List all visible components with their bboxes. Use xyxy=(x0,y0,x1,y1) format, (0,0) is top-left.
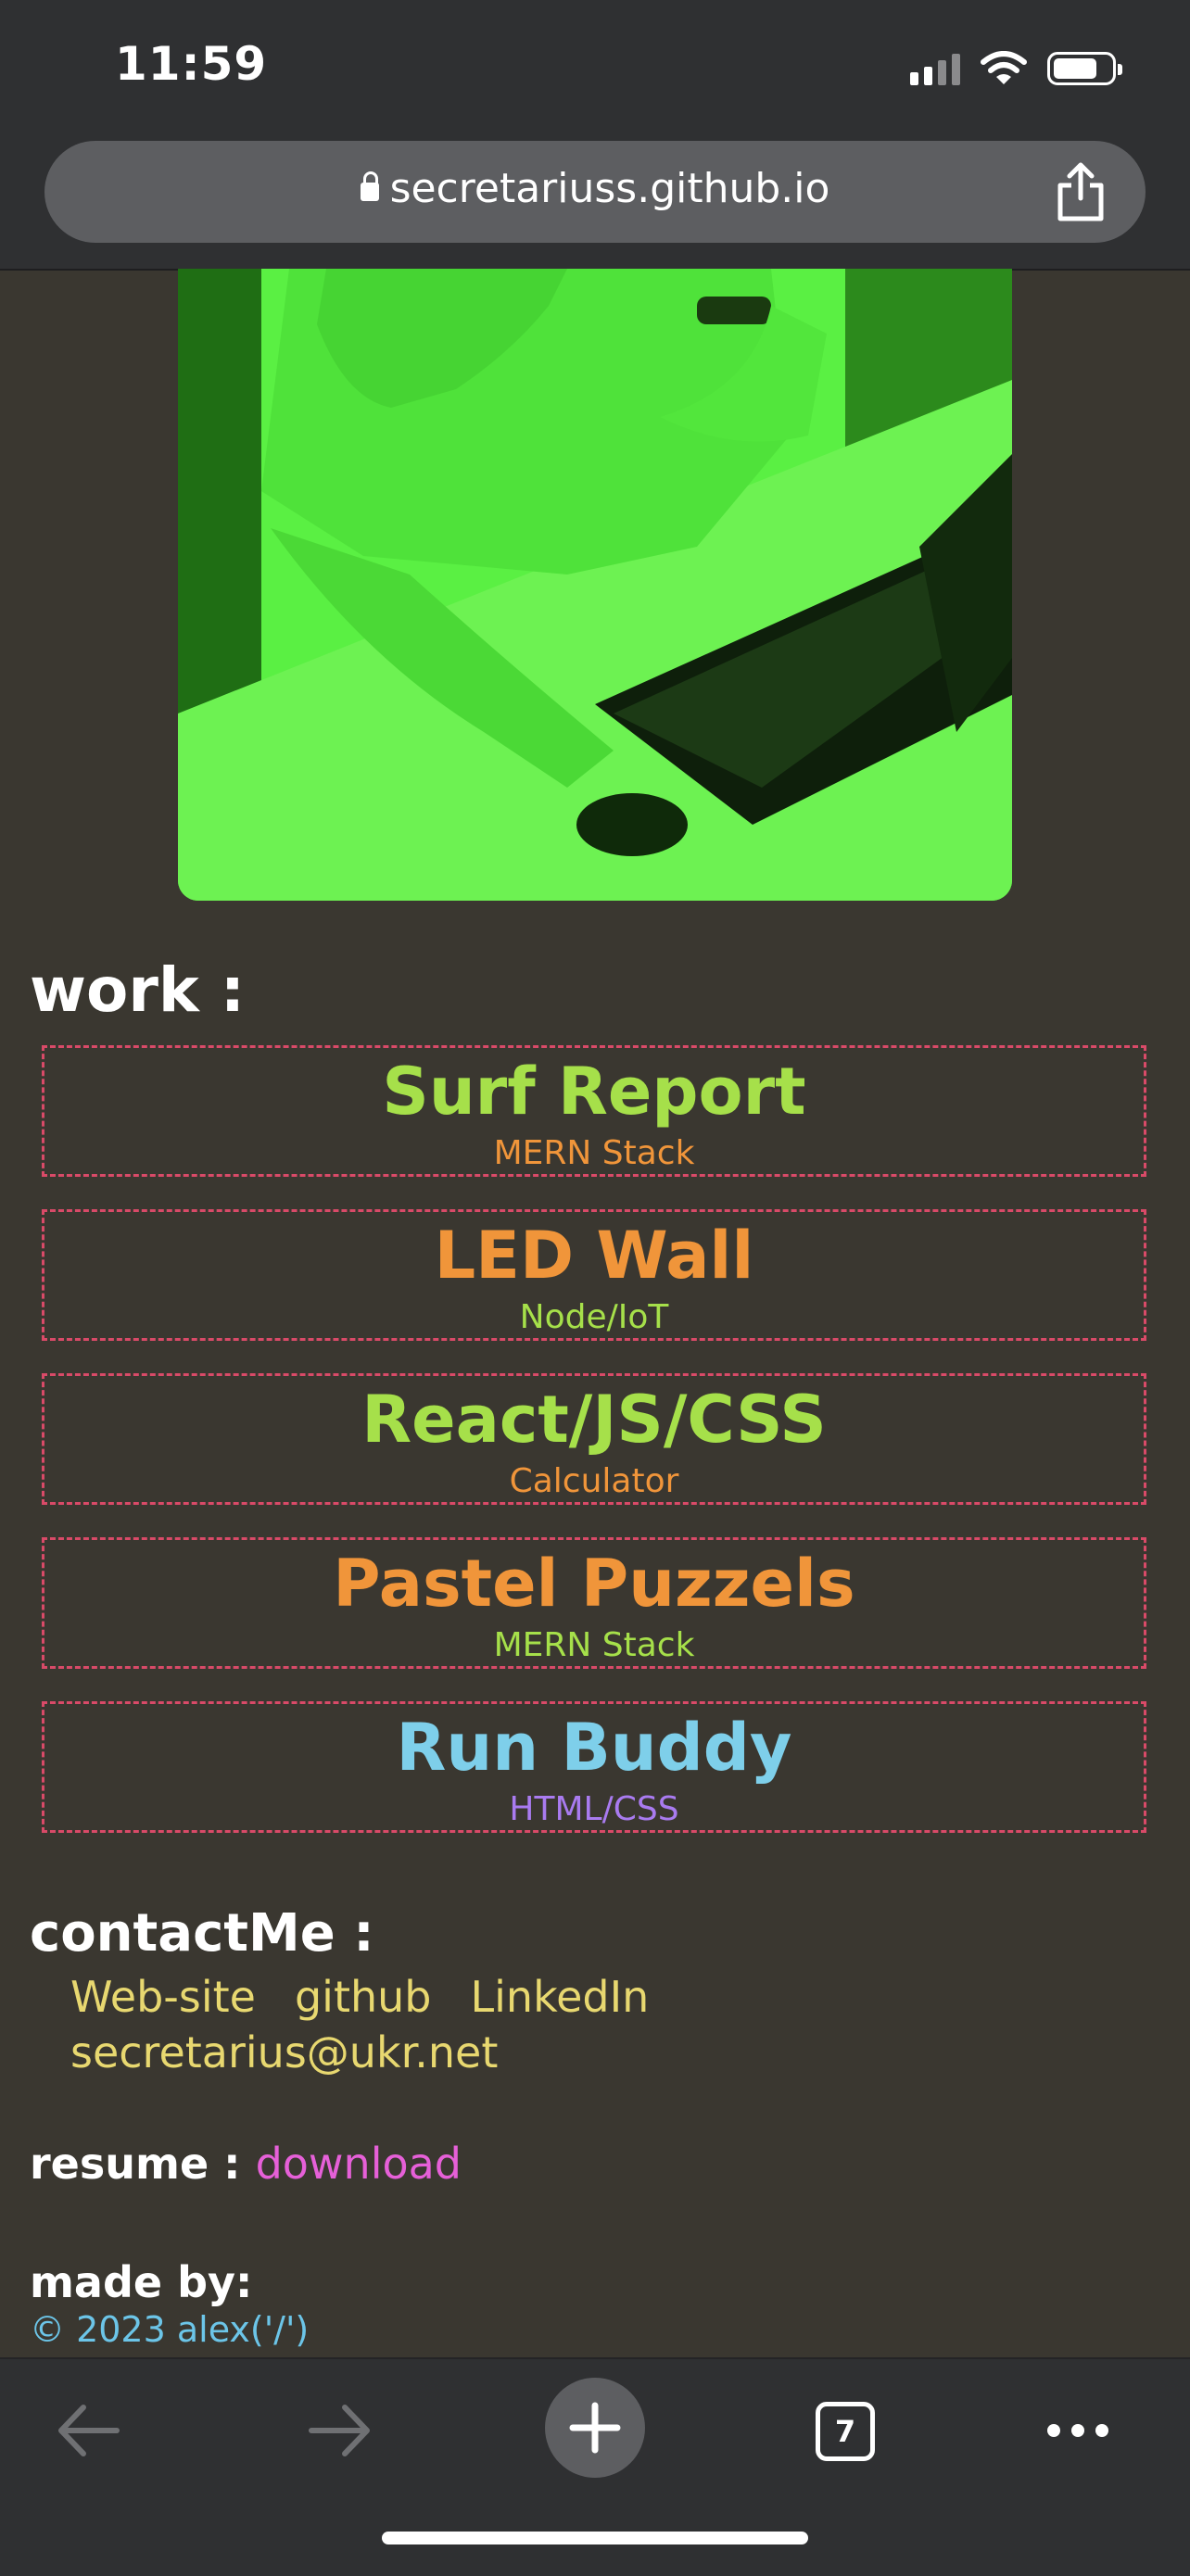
lock-icon xyxy=(360,171,379,201)
resume-line: resume : download xyxy=(30,2139,462,2189)
more-menu-icon[interactable] xyxy=(1047,2424,1108,2437)
made-by-heading: made by: xyxy=(30,2257,253,2307)
website-link[interactable]: Web-site xyxy=(70,1972,256,2022)
tab-switcher-button[interactable]: 7 xyxy=(816,2402,875,2461)
cellular-signal-icon xyxy=(910,52,960,85)
work-heading: work : xyxy=(30,954,246,1026)
plus-icon xyxy=(569,2402,621,2454)
contact-links: Web-site github LinkedIn xyxy=(70,1972,688,2022)
project-card[interactable]: Run Buddy HTML/CSS xyxy=(42,1701,1146,1833)
email-link[interactable]: secretarius@ukr.net xyxy=(70,2027,498,2077)
linkedin-link[interactable]: LinkedIn xyxy=(471,1972,650,2022)
battery-icon xyxy=(1047,52,1122,85)
project-title[interactable]: Run Buddy xyxy=(44,1715,1144,1780)
project-title[interactable]: Surf Report xyxy=(44,1059,1144,1124)
project-card[interactable]: LED Wall Node/IoT xyxy=(42,1209,1146,1341)
project-title[interactable]: LED Wall xyxy=(44,1223,1144,1288)
new-tab-button[interactable] xyxy=(545,2378,645,2478)
wifi-icon xyxy=(981,51,1027,84)
home-indicator xyxy=(382,2532,808,2544)
project-subtitle: Node/IoT xyxy=(519,1298,669,1336)
project-subtitle: MERN Stack xyxy=(493,1134,695,1172)
share-icon[interactable] xyxy=(1055,161,1107,222)
project-subtitle: HTML/CSS xyxy=(509,1790,679,1828)
address-bar[interactable]: secretariuss.github.io xyxy=(44,141,1146,243)
github-link[interactable]: github xyxy=(295,1972,432,2022)
profile-photo xyxy=(178,269,1012,901)
portrait-photo-icon xyxy=(178,269,1012,901)
browser-top-bar: 11:59 secretariuss.github.io xyxy=(0,0,1190,271)
project-card[interactable]: Surf Report MERN Stack xyxy=(42,1045,1146,1177)
back-arrow-icon[interactable] xyxy=(52,2398,126,2463)
project-card[interactable]: React/JS/CSS Calculator xyxy=(42,1373,1146,1505)
status-icons xyxy=(910,48,1122,89)
project-card[interactable]: Pastel Puzzels MERN Stack xyxy=(42,1537,1146,1669)
status-time: 11:59 xyxy=(115,37,268,91)
resume-label: resume : xyxy=(30,2139,241,2189)
contact-heading: contactMe : xyxy=(30,1903,374,1964)
project-subtitle: MERN Stack xyxy=(493,1626,695,1664)
url-text: secretariuss.github.io xyxy=(389,165,830,212)
project-subtitle: Calculator xyxy=(509,1462,679,1500)
project-title[interactable]: Pastel Puzzels xyxy=(44,1551,1144,1616)
copyright-text: © 2023 alex('/') xyxy=(30,2309,310,2350)
forward-arrow-icon[interactable] xyxy=(302,2398,376,2463)
resume-download-link[interactable]: download xyxy=(256,2139,462,2189)
url-display[interactable]: secretariuss.github.io xyxy=(44,165,1146,212)
project-title[interactable]: React/JS/CSS xyxy=(44,1387,1144,1452)
